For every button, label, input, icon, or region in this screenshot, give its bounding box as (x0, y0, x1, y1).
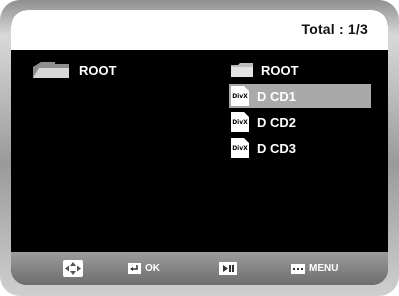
divx-file-icon: DivX (231, 138, 249, 158)
divx-file-icon: DivX (231, 86, 249, 106)
footer-bar: OK MENU (11, 252, 388, 285)
osd-screen: Total : 1/3 ROOT ROOT DivX D CD1 DivX D … (11, 10, 388, 285)
ok-hint: OK (128, 260, 160, 277)
file-list: ROOT DivX D CD1 DivX D CD2 DivX D CD3 (229, 58, 371, 162)
left-root-label: ROOT (79, 62, 117, 78)
list-item-label: D CD3 (257, 140, 297, 156)
divx-icon-text: DivX (232, 144, 248, 152)
header-bar: Total : 1/3 (11, 10, 388, 50)
list-item-label: D CD1 (257, 88, 297, 104)
menu-icon (291, 263, 305, 274)
open-folder-icon (33, 62, 69, 78)
list-item-cd1[interactable]: DivX D CD1 (229, 84, 371, 108)
tv-frame: Total : 1/3 ROOT ROOT DivX D CD1 DivX D … (0, 0, 399, 296)
play-pause-icon (219, 262, 237, 275)
navigate-hint (63, 260, 83, 277)
list-item-cd2[interactable]: DivX D CD2 (229, 110, 371, 134)
menu-hint: MENU (291, 260, 338, 277)
list-item-label: D CD2 (257, 114, 297, 130)
enter-icon (128, 263, 141, 274)
direction-pad-icon (63, 260, 83, 277)
divx-file-icon: DivX (231, 112, 249, 132)
list-item-root[interactable]: ROOT (229, 58, 371, 82)
list-item-label: ROOT (261, 62, 299, 78)
divx-icon-text: DivX (232, 92, 248, 100)
total-count: Total : 1/3 (301, 21, 368, 37)
divx-icon-text: DivX (232, 118, 248, 126)
left-root-folder[interactable]: ROOT (33, 61, 117, 79)
ok-label: OK (145, 263, 160, 274)
folder-icon (231, 63, 253, 77)
play-pause-hint (219, 260, 237, 277)
list-item-cd3[interactable]: DivX D CD3 (229, 136, 371, 160)
menu-label: MENU (309, 263, 339, 274)
